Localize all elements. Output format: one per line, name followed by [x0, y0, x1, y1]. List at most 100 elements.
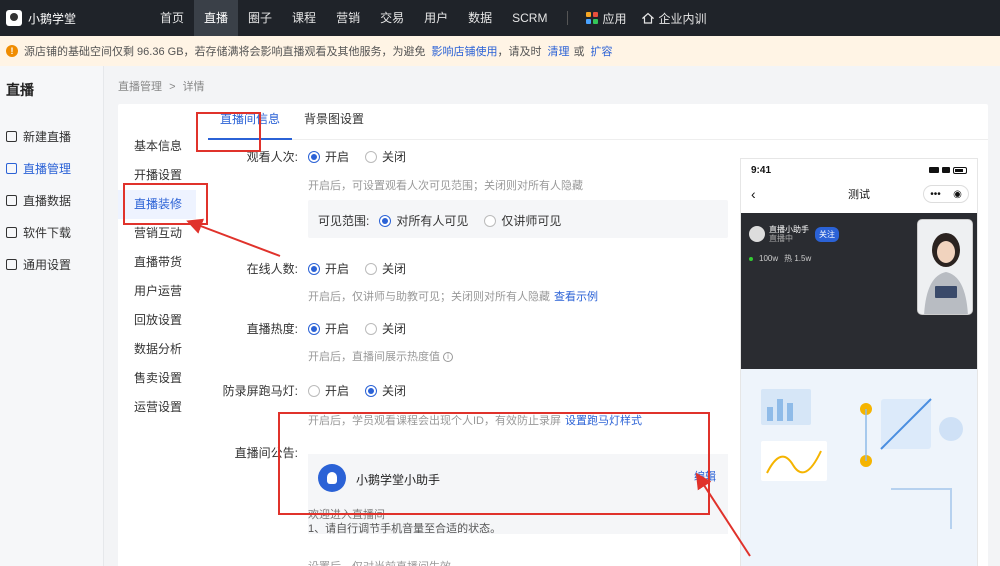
banner-text: 源店铺的基础空间仅剩 96.36 GB，若存储满将会影响直播观看及其他服务，为避… — [24, 46, 426, 58]
capsule-menu[interactable]: ••• ◉ — [923, 185, 969, 203]
sidebar-item[interactable]: 直播数据 — [0, 184, 103, 216]
logo[interactable]: 小鹅学堂 — [0, 10, 150, 27]
banner-link-clean[interactable]: 清理 — [548, 43, 570, 59]
nav-item[interactable]: 圈子 — [238, 0, 282, 36]
nav-item[interactable]: SCRM — [502, 0, 557, 36]
grid-square — [593, 12, 599, 17]
host-subtitle: 直播中 — [769, 234, 793, 243]
nav-item[interactable]: 营销 — [326, 0, 370, 36]
teacher-illustration — [918, 220, 972, 314]
follow-button[interactable]: 关注 — [815, 226, 839, 242]
radio-label: 开启 — [325, 262, 350, 276]
radio-label: 仅讲师可见 — [501, 214, 562, 228]
subnav-item[interactable]: 基本信息 — [118, 132, 208, 161]
banner-link-impact[interactable]: 影响店铺使用 — [432, 43, 498, 59]
heat-off-radio[interactable]: 关闭 — [365, 320, 406, 337]
sidebar-item-label: 直播管理 — [23, 161, 72, 176]
nav-items: 首页 直播 圈子 课程 营销 交易 用户 数据 SCRM — [150, 0, 557, 36]
close-circle-icon: ◉ — [953, 188, 962, 200]
nav-app-button[interactable]: 应用 — [578, 0, 634, 36]
wifi-icon — [942, 167, 950, 173]
sidebar-item[interactable]: 新建直播 — [0, 120, 103, 152]
radio-unchecked-icon — [365, 262, 378, 275]
radio-checked-icon — [379, 214, 392, 227]
radio-label: 关闭 — [382, 384, 407, 398]
online-on-radio[interactable]: 开启 — [308, 260, 349, 277]
phone-status-bar: 9:41 — [741, 159, 977, 181]
marquee-on-radio[interactable]: 开启 — [308, 382, 349, 399]
nav-item[interactable]: 数据 — [458, 0, 502, 36]
scope-row: 可见范围: 对所有人可见 仅讲师可见 — [308, 212, 577, 229]
teacher-camera — [917, 219, 973, 315]
live-stats: 100w 热 1.5w — [749, 253, 811, 264]
nav-item[interactable]: 交易 — [370, 0, 414, 36]
subnav-item[interactable]: 数据分析 — [118, 335, 208, 364]
breadcrumb-root[interactable]: 直播管理 — [118, 81, 162, 93]
online-row: 在线人数: 开启 关闭 — [208, 260, 422, 277]
breadcrumb-current: 详情 — [182, 81, 205, 93]
marquee-row: 防录屏跑马灯: 开启 关闭 — [208, 382, 422, 399]
annotation-box-notice — [278, 412, 710, 515]
annotation-box-tab — [196, 112, 261, 152]
viewers-on-radio[interactable]: 开启 — [308, 148, 349, 165]
education-graphic — [741, 369, 977, 566]
online-example-link[interactable]: 查看示例 — [554, 291, 598, 303]
list-icon — [6, 162, 17, 174]
online-off-radio[interactable]: 关闭 — [365, 260, 406, 277]
marquee-off-radio[interactable]: 关闭 — [365, 382, 406, 399]
logo-icon — [6, 10, 22, 26]
host-name: 直播小助手 — [769, 225, 809, 234]
scope-lecturer-radio[interactable]: 仅讲师可见 — [484, 212, 561, 229]
nav-item[interactable]: 课程 — [282, 0, 326, 36]
status-icons — [929, 166, 967, 174]
more-icon: ••• — [930, 188, 941, 200]
nav-item[interactable]: 直播 — [194, 0, 239, 36]
subnav-item[interactable]: 运营设置 — [118, 393, 208, 422]
phone-time: 9:41 — [751, 164, 772, 176]
sidebar-item[interactable]: 软件下载 — [0, 216, 103, 248]
radio-label: 开启 — [325, 384, 350, 398]
banner-link-expand[interactable]: 扩容 — [591, 43, 613, 59]
back-arrow-icon[interactable]: ‹ — [751, 186, 756, 202]
tab-bar: 直播间信息 背景图设置 — [208, 104, 988, 140]
video-plus-icon — [6, 130, 17, 142]
subnav-item[interactable]: 直播带货 — [118, 248, 208, 277]
radio-label: 对所有人可见 — [396, 214, 469, 228]
scope-label: 可见范围: — [318, 214, 370, 228]
heat-label: 直播热度: — [246, 322, 298, 336]
grid-square — [593, 19, 599, 24]
radio-label: 开启 — [325, 322, 350, 336]
subnav-item[interactable]: 用户运营 — [118, 277, 208, 306]
nav-item[interactable]: 首页 — [150, 0, 194, 36]
online-label: 在线人数: — [246, 262, 298, 276]
sidebar-item-label: 新建直播 — [23, 129, 72, 144]
tab[interactable]: 背景图设置 — [292, 104, 376, 140]
viewers-off-radio[interactable]: 关闭 — [365, 148, 406, 165]
scope-all-radio[interactable]: 对所有人可见 — [379, 212, 468, 229]
subnav-item[interactable]: 售卖设置 — [118, 364, 208, 393]
heat-on-radio[interactable]: 开启 — [308, 320, 349, 337]
nav-item[interactable]: 用户 — [414, 0, 458, 36]
phone-header: ‹ 测试 ••• ◉ — [741, 181, 977, 207]
sidebar-item[interactable]: 通用设置 — [0, 248, 103, 280]
chart-icon — [6, 194, 17, 206]
battery-icon — [953, 166, 967, 174]
radio-unchecked-icon — [308, 384, 320, 397]
grid-square — [586, 12, 592, 17]
sidebar-item-label: 通用设置 — [23, 257, 72, 272]
viewers-hint: 开启后，可设置观看人次可见范围；关闭则对所有人隐藏 — [308, 180, 583, 192]
host-info: 直播小助手 直播中 关注 — [749, 225, 839, 243]
nav-app-label: 应用 — [602, 11, 627, 26]
warning-icon: ! — [6, 45, 18, 57]
viewers-scope-box: 可见范围: 对所有人可见 仅讲师可见 — [308, 200, 728, 238]
grid-square — [586, 19, 592, 24]
subnav-item[interactable]: 回放设置 — [118, 306, 208, 335]
radio-label: 关闭 — [382, 150, 407, 164]
sidebar-title: 直播 — [6, 82, 34, 98]
nav-training-button[interactable]: 企业内训 — [634, 0, 714, 36]
radio-checked-icon — [365, 384, 378, 397]
marquee-label: 防录屏跑马灯: — [222, 384, 298, 398]
radio-label: 关闭 — [382, 322, 407, 336]
info-icon[interactable]: i — [443, 352, 453, 363]
sidebar-item[interactable]: 直播管理 — [0, 152, 103, 184]
